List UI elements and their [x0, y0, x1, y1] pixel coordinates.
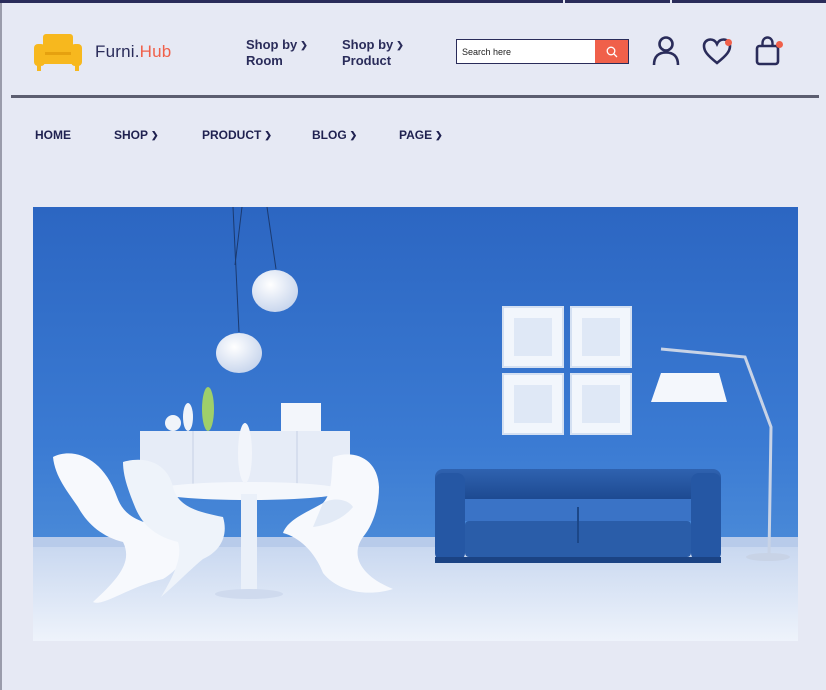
- brand-logo-link[interactable]: Furni.Hub: [33, 31, 171, 73]
- chevron-down-icon: ❯: [349, 130, 358, 140]
- header-divider: [11, 95, 819, 98]
- chevron-down-icon: ❯: [435, 130, 443, 140]
- account-button[interactable]: [650, 35, 682, 67]
- nav-item-product[interactable]: PRODUCT ❯: [202, 128, 272, 142]
- nav-item-shop[interactable]: SHOP ❯: [114, 128, 159, 142]
- user-icon: [652, 36, 680, 66]
- site-header: Furni.Hub Shop by ❯ Room Shop by ❯ Product: [0, 0, 826, 96]
- window-edge: [0, 0, 2, 690]
- nav-item-blog[interactable]: BLOG ❯: [312, 128, 357, 142]
- cart-button[interactable]: [752, 35, 784, 67]
- brand-name: Furni.Hub: [95, 42, 172, 61]
- shop-by-product-menu[interactable]: Shop by ❯ Product: [342, 37, 404, 69]
- wishlist-button[interactable]: [701, 35, 733, 67]
- search-button[interactable]: [595, 40, 628, 63]
- main-nav: HOME SHOP ❯ PRODUCT ❯ BLOG ❯ PAGE ❯: [0, 128, 826, 144]
- hero-banner-image: [33, 207, 798, 641]
- wishlist-badge: [725, 39, 732, 46]
- search-input[interactable]: [457, 40, 595, 63]
- chevron-down-icon: ❯: [264, 130, 272, 140]
- chevron-down-icon: ❯: [300, 40, 308, 50]
- sofa-logo-icon: [33, 31, 83, 73]
- nav-item-home[interactable]: HOME: [35, 128, 71, 142]
- cart-badge: [776, 41, 783, 48]
- shopping-bag-icon: [755, 36, 780, 66]
- nav-item-page[interactable]: PAGE ❯: [399, 128, 443, 142]
- shop-by-room-menu[interactable]: Shop by ❯ Room: [246, 37, 308, 69]
- search-bar: [456, 39, 629, 64]
- search-icon: [606, 46, 617, 57]
- chevron-down-icon: ❯: [396, 40, 404, 50]
- chevron-down-icon: ❯: [151, 130, 159, 140]
